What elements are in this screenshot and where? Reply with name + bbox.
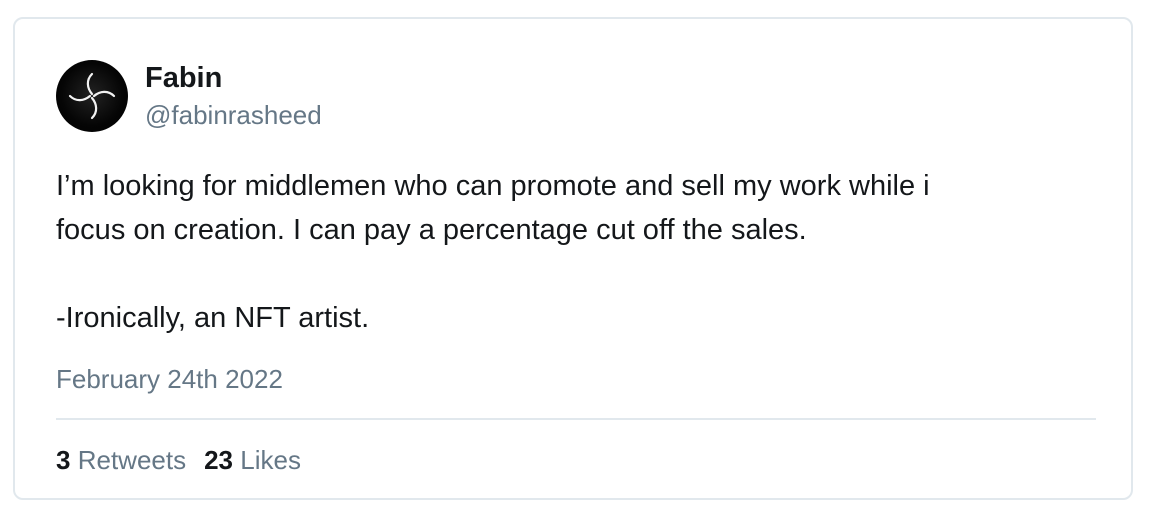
tweet-card: Fabin @fabinrasheed I’m looking for midd… (13, 17, 1133, 500)
author-name[interactable]: Fabin (145, 61, 222, 95)
divider (56, 418, 1096, 420)
tweet-stats: 3 Retweets 23 Likes (56, 444, 301, 476)
likes-label: Likes (240, 445, 301, 475)
tweet-date[interactable]: February 24th 2022 (56, 363, 283, 395)
tweet-text: I’m looking for middlemen who can promot… (56, 170, 930, 334)
retweets-label: Retweets (77, 445, 187, 475)
author-handle[interactable]: @fabinrasheed (145, 99, 322, 131)
author-avatar[interactable] (56, 60, 128, 132)
retweets-count: 3 (56, 445, 71, 475)
retweets-stat[interactable]: 3 Retweets (56, 444, 186, 476)
swirl-cross-icon (68, 72, 116, 120)
likes-stat[interactable]: 23 Likes (204, 444, 301, 476)
likes-count: 23 (204, 445, 234, 475)
